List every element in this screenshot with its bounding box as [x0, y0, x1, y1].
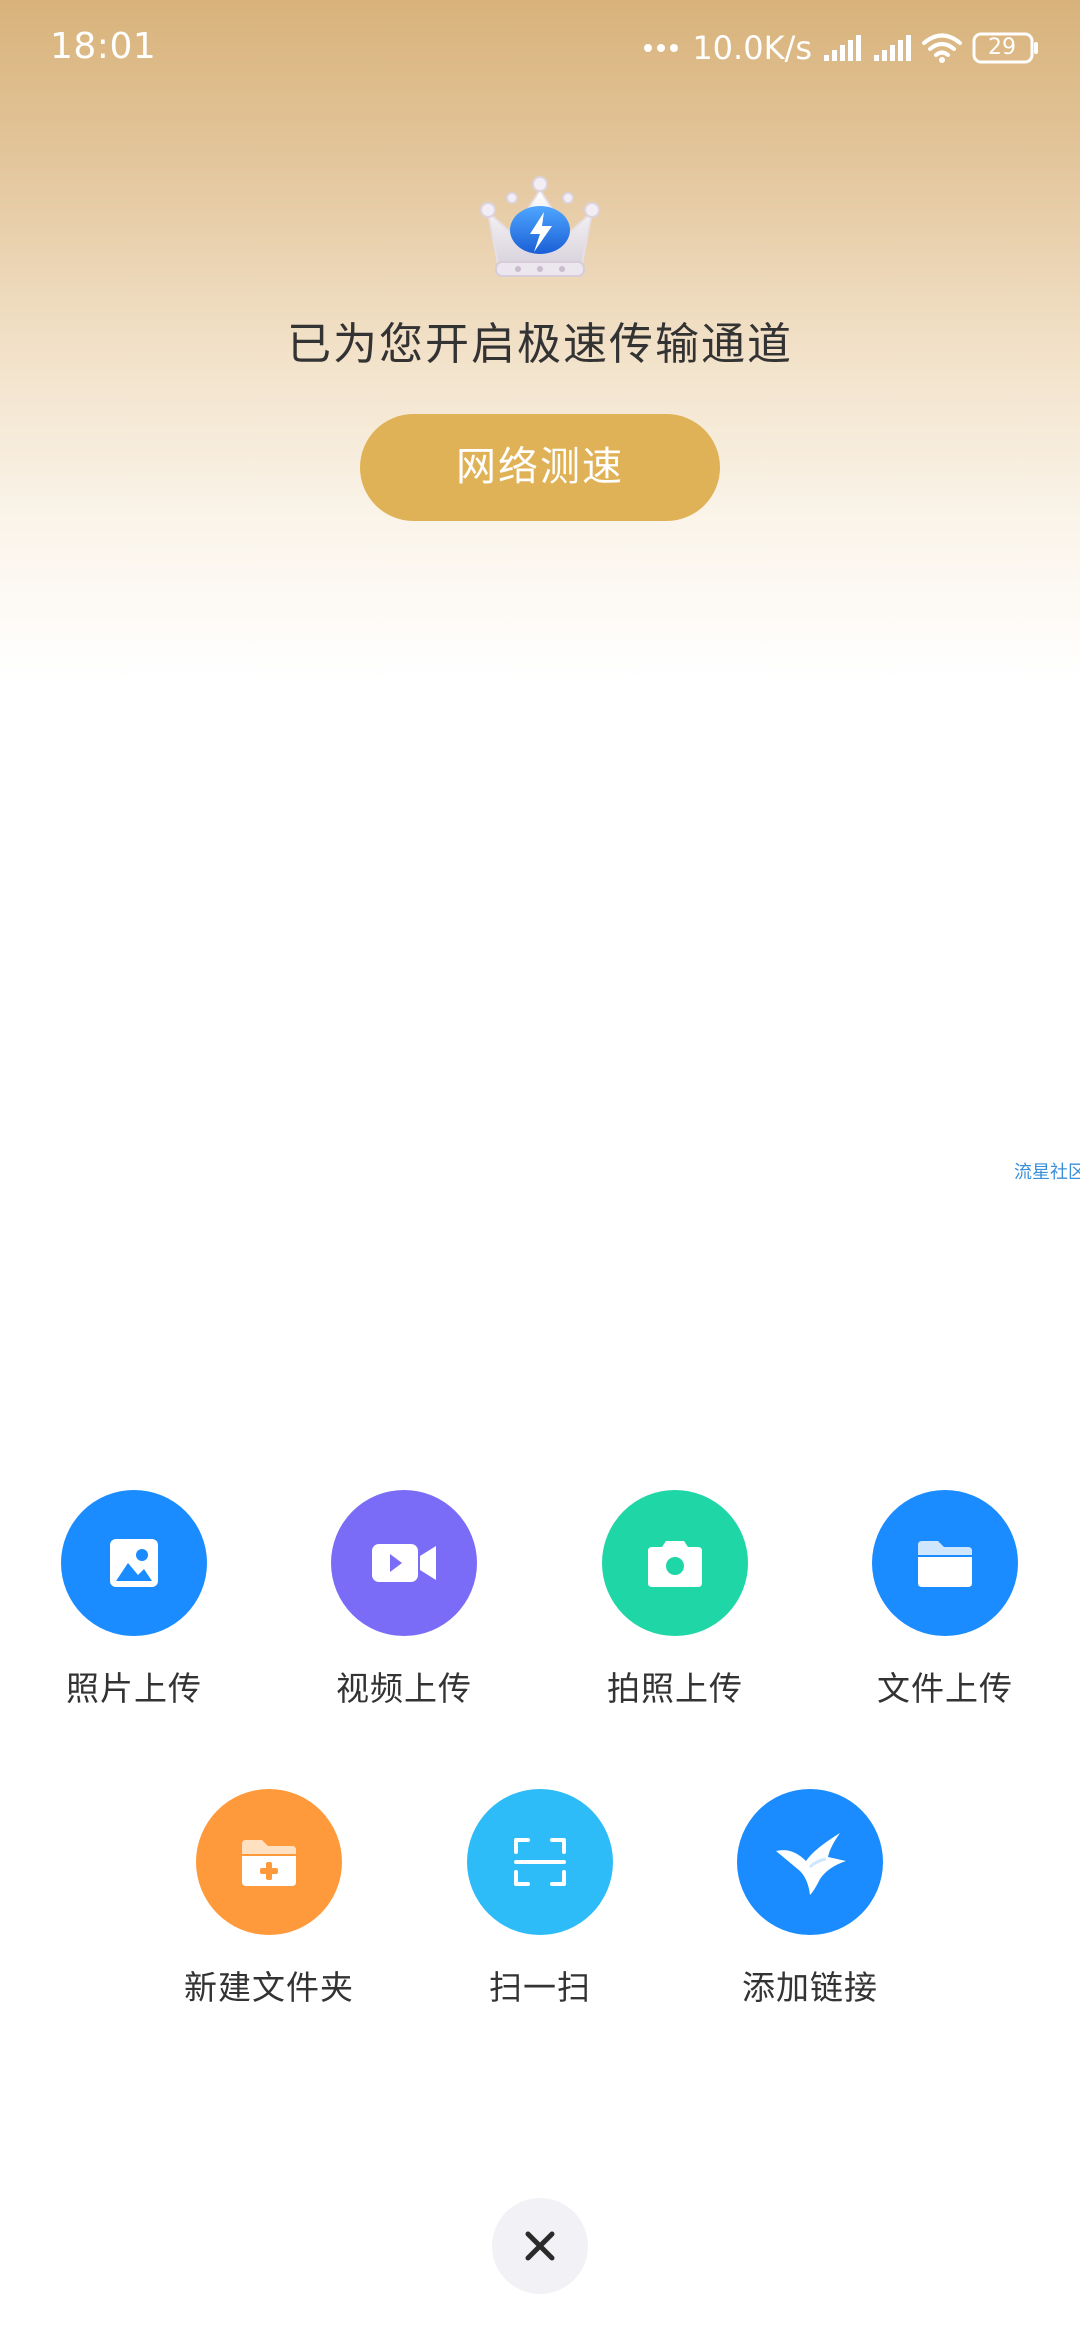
scan-icon [467, 1789, 613, 1935]
close-icon [525, 2231, 555, 2261]
wifi-icon [922, 32, 962, 64]
watermark-text: 流星社区 [1014, 1162, 1080, 1183]
photo-upload-button[interactable]: 照片上传 [14, 1490, 254, 1710]
signal-icon-2 [872, 33, 912, 63]
network-speed-test-button[interactable]: 网络测速 [360, 414, 720, 521]
scan-label: 扫一扫 [489, 1968, 591, 2007]
promo-headline: 已为您开启极速传输通道 [287, 319, 793, 370]
close-button[interactable] [492, 2198, 588, 2294]
video-upload-button[interactable]: 视频上传 [284, 1490, 524, 1710]
video-icon [331, 1490, 477, 1636]
crown-icon [478, 172, 602, 284]
more-notifications-icon [644, 44, 679, 52]
battery-level: 29 [988, 35, 1016, 60]
camera-upload-label: 拍照上传 [607, 1669, 743, 1708]
file-upload-button[interactable]: 文件上传 [825, 1490, 1065, 1710]
photo-icon [61, 1490, 207, 1636]
camera-upload-button[interactable]: 拍照上传 [555, 1490, 795, 1710]
camera-icon [602, 1490, 748, 1636]
video-upload-label: 视频上传 [336, 1669, 472, 1708]
photo-upload-label: 照片上传 [66, 1669, 202, 1708]
network-speed: 10.0K/s [692, 29, 812, 67]
new-folder-label: 新建文件夹 [184, 1968, 354, 2007]
new-folder-button[interactable]: 新建文件夹 [149, 1789, 389, 2009]
battery-icon: 29 [972, 31, 1040, 65]
status-bar: 18:01 10.0K/s 29 [0, 0, 1080, 96]
status-time: 18:01 [50, 26, 157, 67]
add-link-button[interactable]: 添加链接 [690, 1789, 930, 2009]
file-upload-label: 文件上传 [877, 1669, 1013, 1708]
scan-button[interactable]: 扫一扫 [420, 1789, 660, 2009]
signal-icon [822, 33, 862, 63]
bird-link-icon [737, 1789, 883, 1935]
folder-icon [872, 1490, 1018, 1636]
new-folder-icon [196, 1789, 342, 1935]
status-indicators: 10.0K/s 29 [644, 26, 1040, 70]
add-link-label: 添加链接 [742, 1968, 878, 2007]
